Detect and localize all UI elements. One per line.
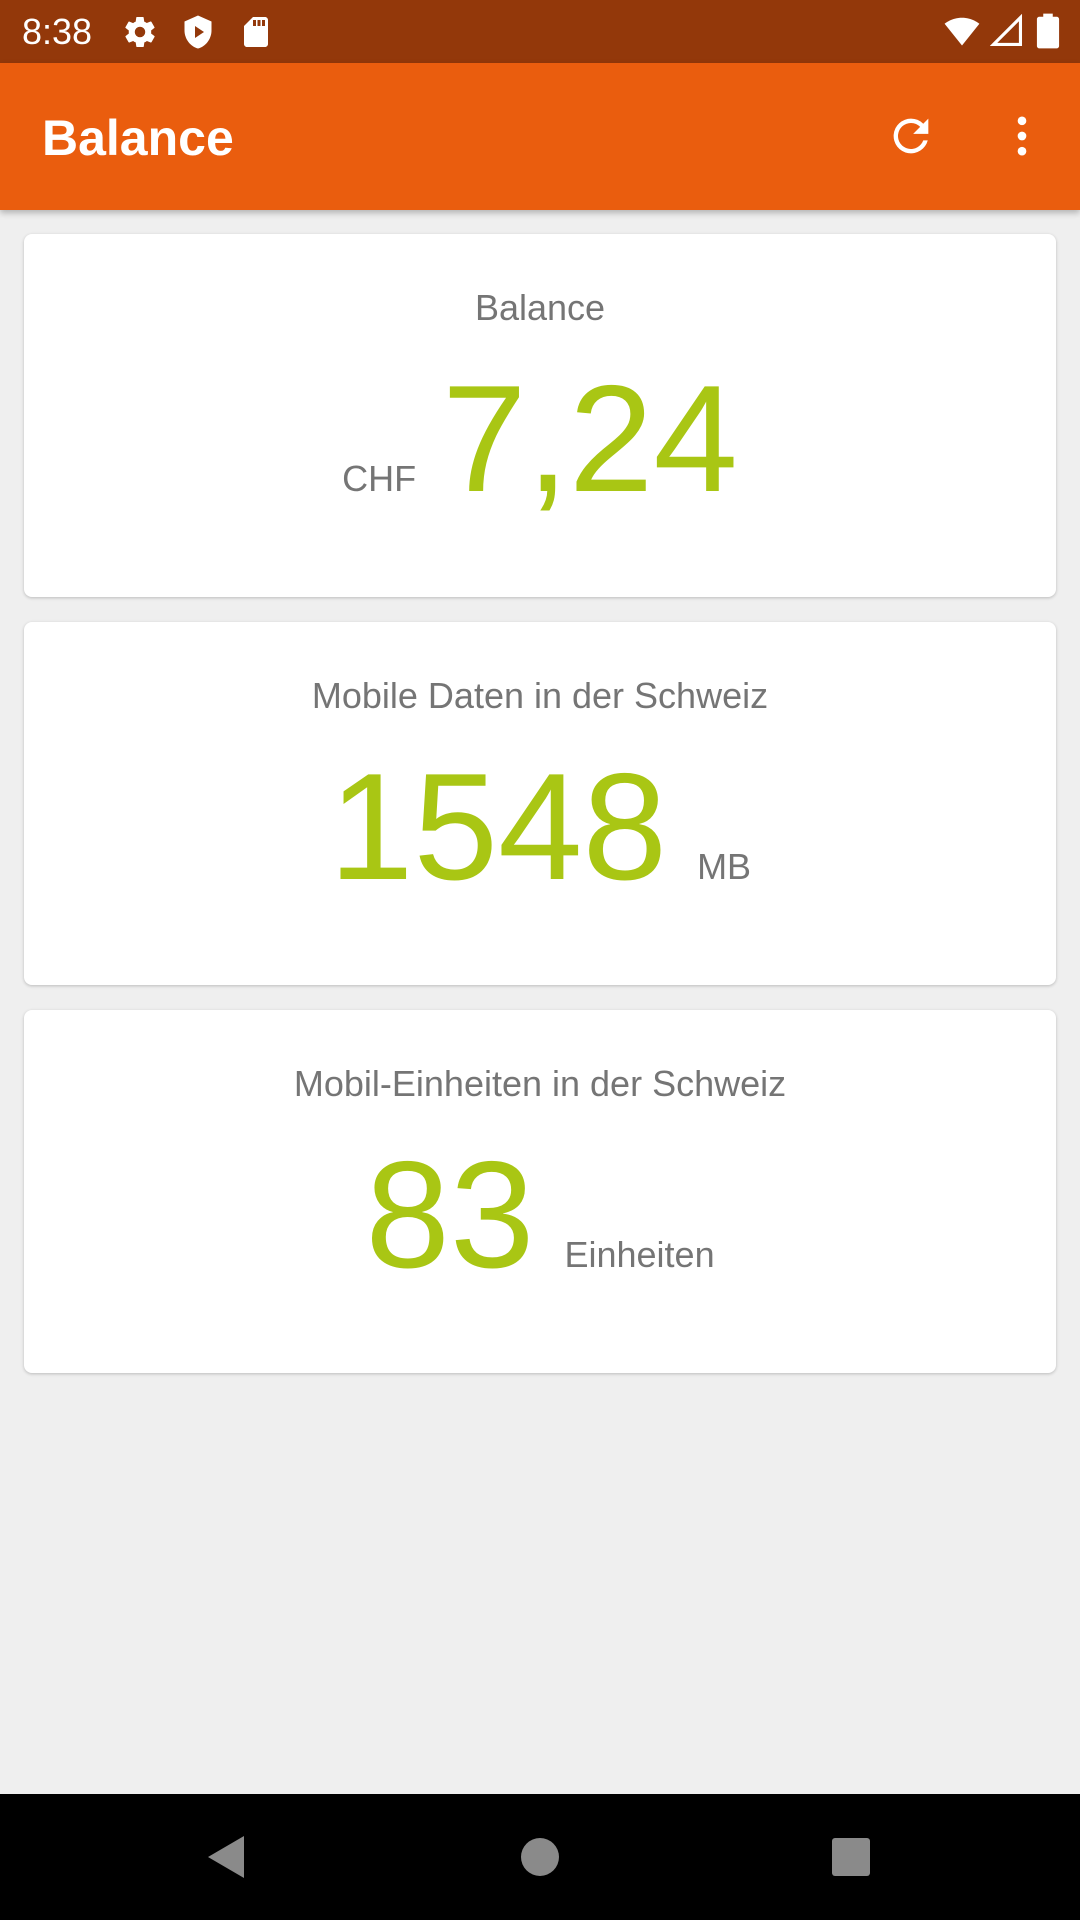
navigation-bar — [0, 1794, 1080, 1920]
more-vert-icon — [1017, 116, 1027, 156]
card-value-row: CHF 7,24 — [24, 354, 1056, 524]
mobile-units-card: Mobil-Einheiten in der Schweiz 83 Einhei… — [24, 1010, 1056, 1373]
page-title: Balance — [42, 110, 234, 166]
status-time: 8:38 — [22, 11, 93, 52]
units-unit: Einheiten — [564, 1234, 715, 1275]
card-value-row: 1548 MB — [24, 742, 1056, 912]
refresh-icon — [893, 118, 929, 154]
data-value: 1548 — [328, 742, 668, 912]
screen: 8:38 Balance Balance CHF 7,24 Mobile Dat… — [0, 0, 1080, 1920]
card-value-row: 83 Einheiten — [24, 1130, 1056, 1300]
shield-play-icon — [180, 14, 216, 50]
currency-unit: CHF — [342, 458, 417, 499]
back-button[interactable] — [193, 1824, 259, 1890]
units-value: 83 — [365, 1130, 535, 1300]
balance-card: Balance CHF 7,24 — [24, 234, 1056, 597]
settings-icon — [122, 14, 158, 50]
card-title: Mobil-Einheiten in der Schweiz — [293, 1063, 787, 1104]
app-bar: Balance — [0, 63, 1080, 210]
wifi-icon — [942, 14, 982, 50]
home-icon — [521, 1838, 559, 1876]
data-unit: MB — [697, 846, 752, 887]
card-title: Mobile Daten in der Schweiz — [311, 675, 769, 716]
balance-value: 7,24 — [442, 354, 738, 524]
more-options-button[interactable] — [989, 103, 1055, 169]
mobile-data-card: Mobile Daten in der Schweiz 1548 MB — [24, 622, 1056, 985]
battery-icon — [1036, 12, 1060, 50]
recents-icon — [832, 1838, 870, 1876]
home-button[interactable] — [507, 1824, 573, 1890]
sd-card-icon — [238, 14, 274, 50]
back-icon — [208, 1836, 244, 1878]
refresh-button[interactable] — [878, 103, 944, 169]
status-bar: 8:38 — [0, 0, 1080, 63]
cell-signal-icon — [990, 14, 1024, 48]
recents-button[interactable] — [818, 1824, 884, 1890]
card-title: Balance — [474, 287, 606, 328]
